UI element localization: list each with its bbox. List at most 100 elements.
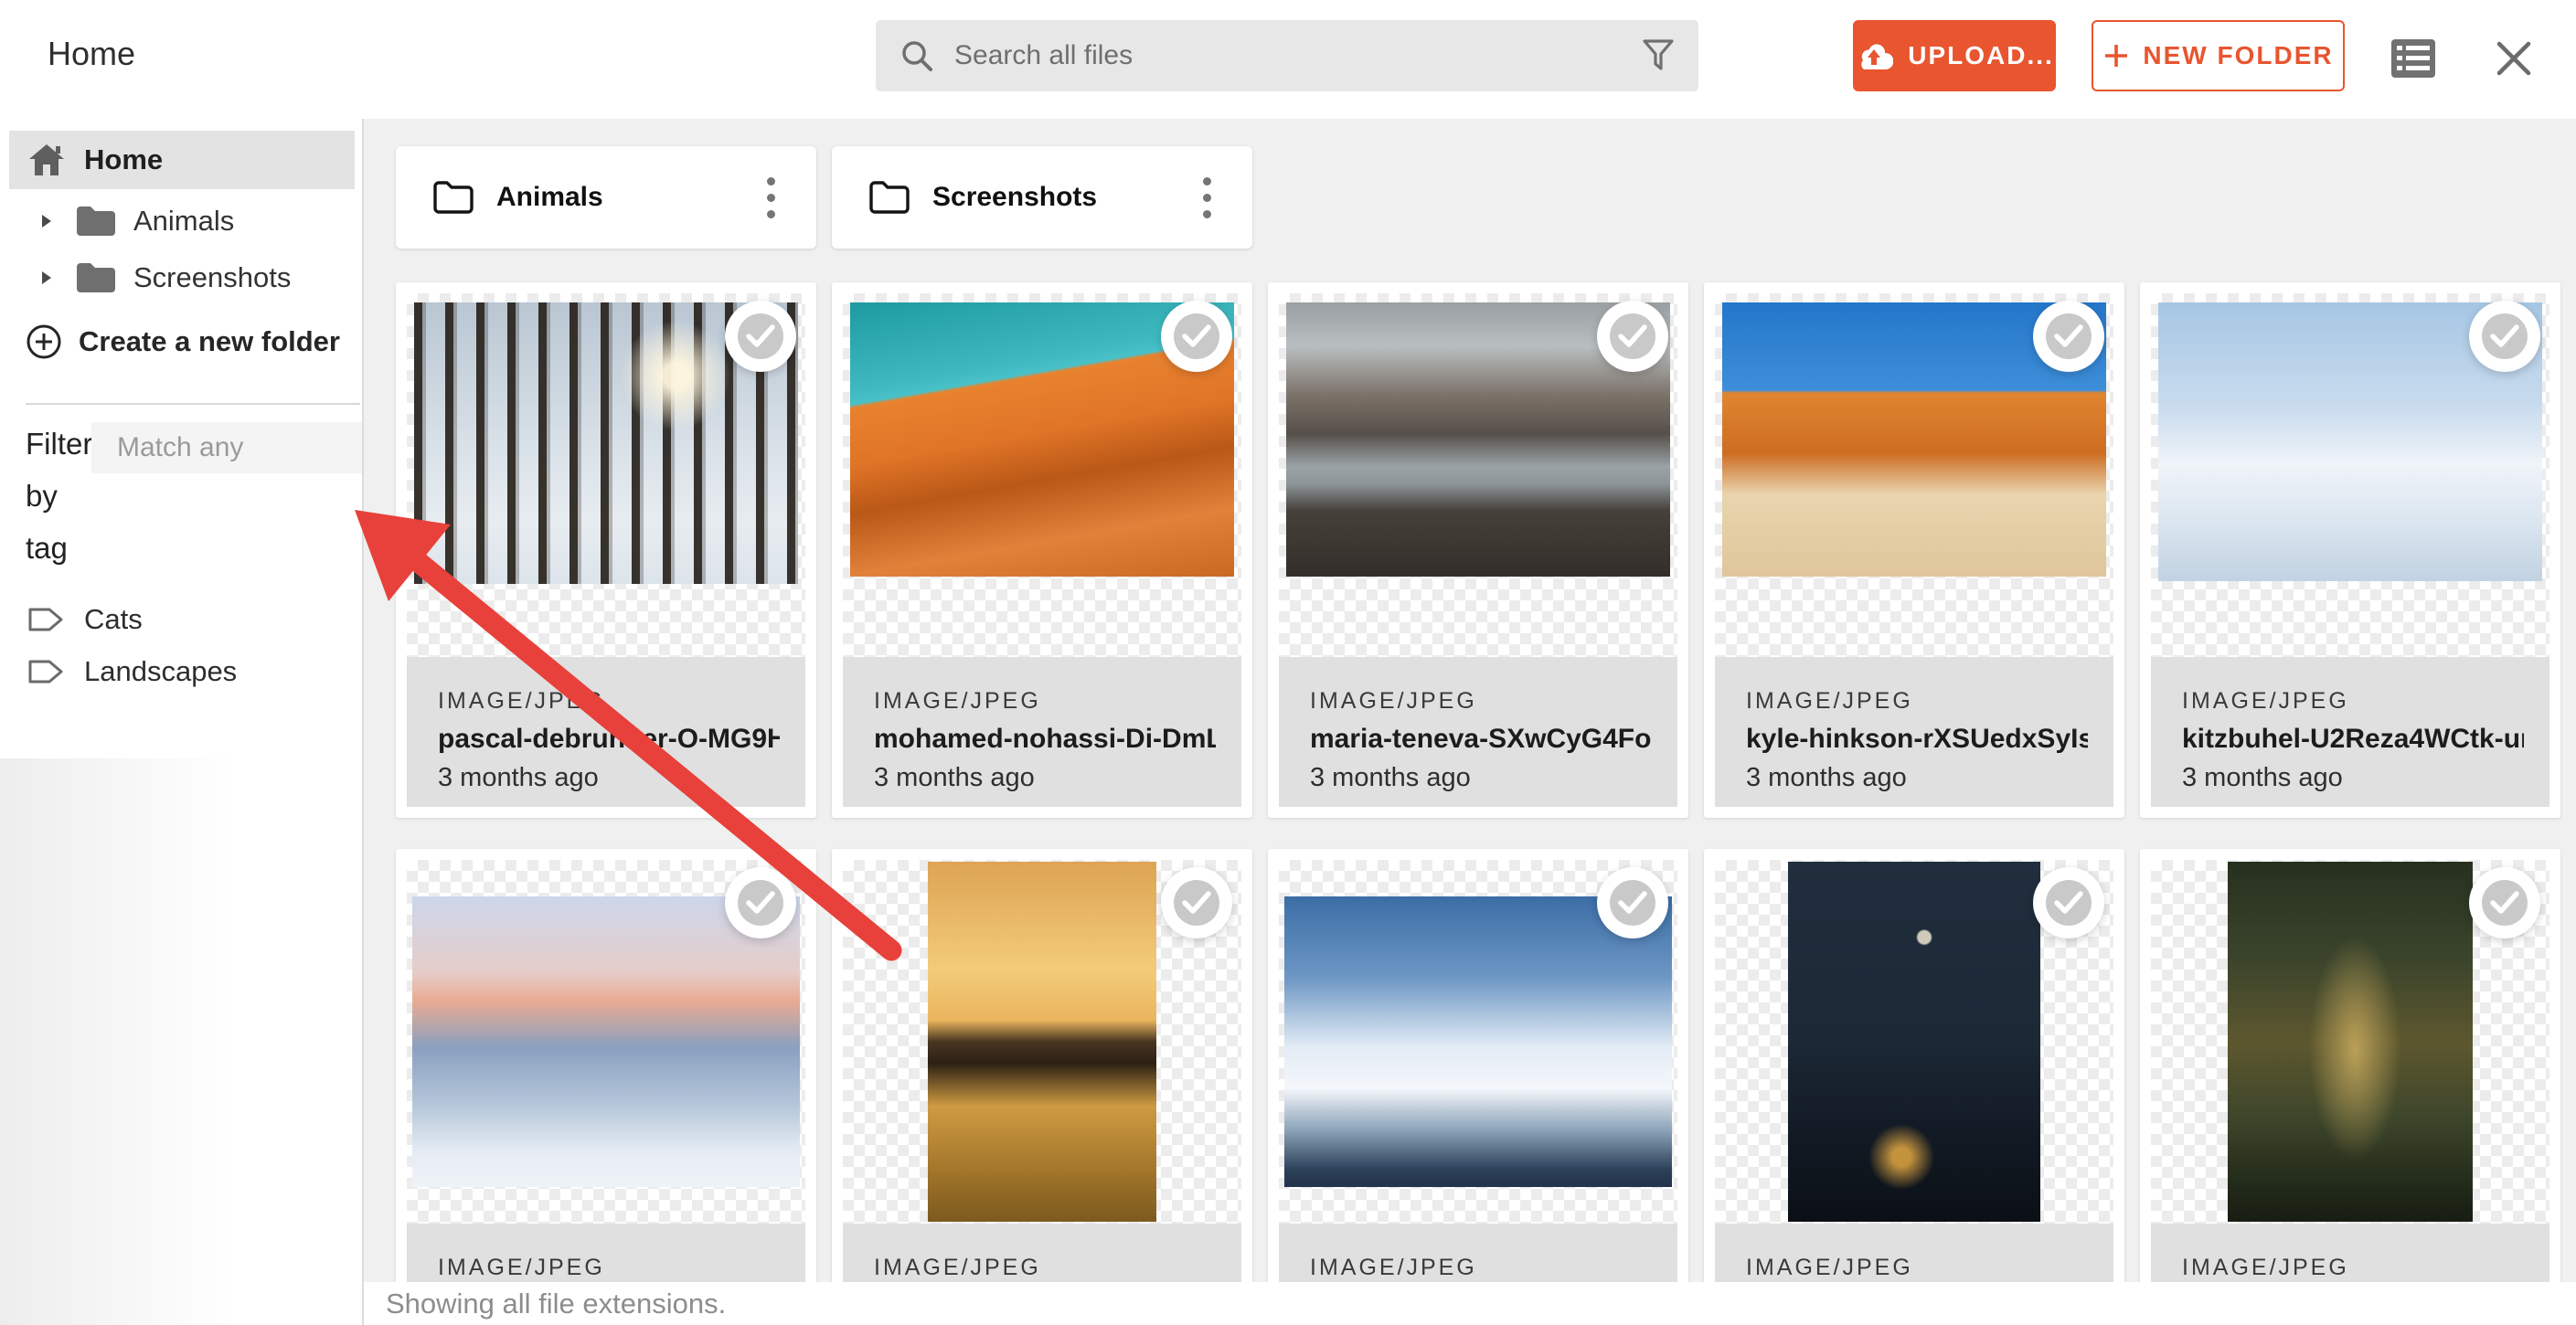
caret-right-icon[interactable] bbox=[40, 212, 55, 230]
file-thumbnail bbox=[1715, 860, 2113, 1224]
caret-right-icon[interactable] bbox=[40, 269, 55, 287]
search-icon bbox=[899, 38, 934, 73]
create-new-folder-label: Create a new folder bbox=[79, 325, 340, 358]
tag-icon bbox=[27, 607, 64, 632]
file-modified-label: 3 months ago bbox=[874, 763, 1216, 793]
check-icon bbox=[1174, 880, 1219, 926]
folder-kebab-menu[interactable] bbox=[752, 172, 789, 223]
file-caption: IMAGE/JPEG kyle-hinkson-rXSUedxSyIs-unsp… bbox=[1715, 657, 2113, 807]
select-check-button[interactable] bbox=[725, 867, 796, 938]
folder-icon bbox=[75, 261, 117, 294]
file-card[interactable]: IMAGE/JPEG bbox=[1268, 849, 1688, 1282]
select-check-button[interactable] bbox=[2469, 867, 2540, 938]
tag-icon bbox=[27, 659, 64, 684]
folder-card[interactable]: Screenshots bbox=[832, 146, 1252, 249]
list-view-icon bbox=[2390, 37, 2437, 80]
filter-icon[interactable] bbox=[1642, 38, 1675, 73]
file-card[interactable]: IMAGE/JPEG bbox=[1704, 849, 2124, 1282]
thumbnail-image bbox=[1284, 896, 1672, 1187]
file-modified-label: 3 months ago bbox=[1310, 763, 1652, 793]
sidebar: Home Animals Screenshots Create a new fo… bbox=[0, 119, 364, 1325]
file-card[interactable]: IMAGE/JPEG mohamed-nohassi-Di-DmLD6cW8..… bbox=[832, 282, 1252, 818]
tag-item-landscapes[interactable]: Landscapes bbox=[0, 644, 364, 699]
file-card[interactable]: IMAGE/JPEG kitzbuhel-U2Reza4WCtk-unsplas… bbox=[2140, 282, 2560, 818]
file-type-label: IMAGE/JPEG bbox=[438, 1255, 780, 1281]
search-bar[interactable] bbox=[876, 20, 1698, 91]
file-card[interactable]: IMAGE/JPEG kyle-hinkson-rXSUedxSyIs-unsp… bbox=[1704, 282, 2124, 818]
folder-icon bbox=[75, 205, 117, 238]
file-thumbnail bbox=[1715, 293, 2113, 657]
file-type-label: IMAGE/JPEG bbox=[874, 1255, 1216, 1281]
check-icon bbox=[738, 880, 783, 926]
folder-outline-icon bbox=[432, 180, 474, 215]
home-icon bbox=[27, 143, 66, 177]
circle-plus-icon bbox=[26, 323, 62, 360]
close-button[interactable] bbox=[2488, 33, 2539, 84]
new-folder-button-label: NEW FOLDER bbox=[2143, 41, 2333, 70]
tag-label: Landscapes bbox=[84, 655, 237, 688]
check-icon bbox=[1174, 313, 1219, 359]
file-type-label: IMAGE/JPEG bbox=[438, 688, 780, 715]
file-caption: IMAGE/JPEG maria-teneva-SXwCyG4FoPk-uns.… bbox=[1279, 657, 1677, 807]
check-icon bbox=[1610, 880, 1655, 926]
thumbnail-image bbox=[1788, 862, 2040, 1222]
file-caption: IMAGE/JPEG bbox=[407, 1224, 805, 1282]
select-check-button[interactable] bbox=[1161, 867, 1232, 938]
file-card[interactable]: IMAGE/JPEG pascal-debrunner-O-MG9HpNKgI.… bbox=[396, 282, 816, 818]
sidebar-tree-item-screenshots[interactable]: Screenshots bbox=[0, 249, 364, 307]
file-type-label: IMAGE/JPEG bbox=[1746, 688, 2088, 715]
search-input[interactable] bbox=[954, 40, 1642, 71]
folder-kebab-menu[interactable] bbox=[1188, 172, 1225, 223]
select-check-button[interactable] bbox=[2469, 301, 2540, 372]
file-type-label: IMAGE/JPEG bbox=[1310, 688, 1652, 715]
sidebar-item-home[interactable]: Home bbox=[9, 131, 355, 189]
upload-button[interactable]: UPLOAD... bbox=[1853, 20, 2056, 91]
sidebar-tree-item-animals[interactable]: Animals bbox=[0, 192, 364, 250]
create-new-folder-button[interactable]: Create a new folder bbox=[0, 313, 364, 371]
select-check-button[interactable] bbox=[1597, 867, 1668, 938]
list-view-button[interactable] bbox=[2388, 33, 2439, 84]
select-check-button[interactable] bbox=[2033, 867, 2104, 938]
file-caption: IMAGE/JPEG pascal-debrunner-O-MG9HpNKgI.… bbox=[407, 657, 805, 807]
select-check-button[interactable] bbox=[1161, 301, 1232, 372]
file-thumbnail bbox=[843, 293, 1241, 657]
file-caption: IMAGE/JPEG bbox=[1715, 1224, 2113, 1282]
file-caption: IMAGE/JPEG bbox=[843, 1224, 1241, 1282]
folder-card-name: Animals bbox=[496, 182, 752, 213]
tag-label: Cats bbox=[84, 603, 143, 636]
file-card[interactable]: IMAGE/JPEG bbox=[396, 849, 816, 1282]
file-thumbnail bbox=[843, 860, 1241, 1224]
check-icon bbox=[2482, 880, 2528, 926]
file-name: mohamed-nohassi-Di-DmLD6cW8... bbox=[874, 724, 1216, 755]
upload-button-label: UPLOAD... bbox=[1908, 41, 2054, 70]
folder-card-name: Screenshots bbox=[932, 182, 1188, 213]
file-thumbnail bbox=[1279, 293, 1677, 657]
file-type-label: IMAGE/JPEG bbox=[2182, 688, 2524, 715]
folder-card[interactable]: Animals bbox=[396, 146, 816, 249]
file-card[interactable]: IMAGE/JPEG maria-teneva-SXwCyG4FoPk-uns.… bbox=[1268, 282, 1688, 818]
close-icon bbox=[2494, 38, 2534, 79]
file-card[interactable]: IMAGE/JPEG bbox=[2140, 849, 2560, 1282]
file-thumbnail bbox=[407, 293, 805, 657]
select-check-button[interactable] bbox=[2033, 301, 2104, 372]
file-name: kyle-hinkson-rXSUedxSyIs-unspl... bbox=[1746, 724, 2088, 755]
tree-item-label: Animals bbox=[133, 205, 234, 238]
select-check-button[interactable] bbox=[1597, 301, 1668, 372]
page-title: Home bbox=[48, 35, 135, 73]
file-name: pascal-debrunner-O-MG9HpNKgI... bbox=[438, 724, 780, 755]
file-card[interactable]: IMAGE/JPEG bbox=[832, 849, 1252, 1282]
check-icon bbox=[2046, 880, 2092, 926]
select-check-button[interactable] bbox=[725, 301, 796, 372]
check-icon bbox=[2482, 313, 2528, 359]
tag-item-cats[interactable]: Cats bbox=[0, 592, 364, 647]
check-icon bbox=[2046, 313, 2092, 359]
file-browser-main: Animals Screenshots IMAGE/JPEG pascal-de… bbox=[364, 119, 2576, 1282]
file-modified-label: 3 months ago bbox=[438, 763, 780, 793]
new-folder-button[interactable]: NEW FOLDER bbox=[2092, 20, 2345, 91]
tag-match-select[interactable]: Match any bbox=[91, 422, 362, 473]
check-icon bbox=[738, 313, 783, 359]
tag-match-placeholder: Match any bbox=[117, 432, 243, 463]
header: Home UPLOAD... NEW FOLDER bbox=[0, 0, 2576, 119]
sidebar-divider bbox=[26, 403, 360, 405]
file-caption: IMAGE/JPEG kitzbuhel-U2Reza4WCtk-unsplas… bbox=[2151, 657, 2549, 807]
